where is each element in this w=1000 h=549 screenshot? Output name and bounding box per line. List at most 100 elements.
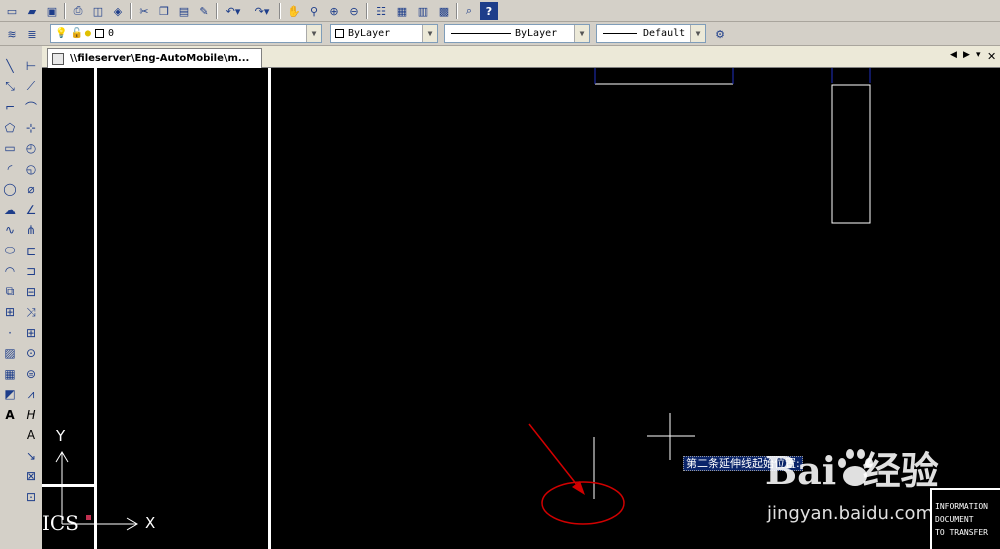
dim-ordinate-icon[interactable]: ⊹ (21, 118, 41, 139)
redo-icon[interactable]: ↷▾ (250, 2, 274, 20)
region-icon[interactable]: ◩ (0, 384, 20, 405)
arc-icon[interactable]: ◜ (0, 159, 20, 180)
print-icon[interactable]: ⎙ (69, 2, 87, 20)
tab-title: \\fileserver\Eng-AutoMobile\m... (70, 53, 250, 64)
markup-icon[interactable]: ⌕ (460, 2, 478, 20)
dim-edit-icon[interactable]: H (21, 405, 41, 426)
ellipse-arc-icon[interactable]: ◠ (0, 261, 20, 282)
sun-icon: ● (84, 28, 91, 39)
lock-icon: 🔓 (70, 28, 83, 39)
chevron-down-icon[interactable]: ▼ (422, 25, 437, 42)
layer-manager-icon[interactable]: ≋ (3, 25, 21, 43)
dim-diameter-icon[interactable]: ⌀ (21, 179, 41, 200)
hatch-icon[interactable]: ▨ (0, 343, 20, 364)
cut-icon[interactable]: ✂ (135, 2, 153, 20)
zoom-realtime-icon[interactable]: ⚲ (305, 2, 323, 20)
undo-icon[interactable]: ↶▾ (221, 2, 245, 20)
jogged-linear-icon[interactable]: ⩘ (21, 384, 41, 405)
layer-dropdown[interactable]: 💡 🔓 ● 0 ▼ (50, 24, 322, 43)
tab-drawing[interactable]: \\fileserver\Eng-AutoMobile\m... (47, 48, 262, 68)
quick-dim-icon[interactable]: ⋔ (21, 220, 41, 241)
tab-list-icon[interactable]: ▾ (976, 50, 981, 60)
layer-color-swatch (94, 29, 104, 38)
lineweight-dropdown[interactable]: Default ▼ (596, 24, 706, 43)
color-dropdown[interactable]: ByLayer ▼ (330, 24, 438, 43)
dim-radius-icon[interactable]: ◴ (21, 138, 41, 159)
paste-icon[interactable]: ▤ (175, 2, 193, 20)
layers-properties-toolbar: ≋ ≣ 💡 🔓 ● 0 ▼ ByLayer ▼ ByLayer ▼ Defaul… (0, 22, 1000, 46)
publish-icon[interactable]: ◈ (109, 2, 127, 20)
lineweight-preview (603, 33, 637, 34)
tab-next-icon[interactable]: ▶ (963, 50, 970, 60)
vertical-line-middle (268, 68, 271, 549)
zoom-window-icon[interactable]: ⊕ (325, 2, 343, 20)
dim-baseline-icon[interactable]: ⊏ (21, 241, 41, 262)
paw-icon (838, 449, 873, 486)
tolerance-icon[interactable]: ⊞ (21, 323, 41, 344)
circle-icon[interactable]: ◯ (0, 179, 20, 200)
watermark-url: jingyan.baidu.com (767, 503, 934, 524)
linetype-preview (451, 33, 511, 34)
tab-close-icon[interactable]: ✕ (987, 50, 996, 63)
dim-override-icon[interactable]: ⊡ (21, 487, 41, 508)
chevron-down-icon[interactable]: ▼ (306, 25, 321, 42)
match-properties-icon[interactable]: ✎ (195, 2, 213, 20)
color-value: ByLayer (348, 28, 391, 39)
design-center-icon[interactable]: ▦ (393, 2, 411, 20)
draw-toolbar: ╲ ⤡ ⌐ ⬠ ▭ ◜ ◯ ☁ ∿ ⬭ ◠ ⧉ ⊞ · ▨ ▦ ◩ A (0, 56, 20, 425)
revision-cloud-icon[interactable]: ☁ (0, 200, 20, 221)
dim-continue-icon[interactable]: ⊐ (21, 261, 41, 282)
rectangle-shape (831, 84, 871, 224)
dim-arc-icon[interactable]: ⌒ (21, 97, 41, 118)
dim-space-icon[interactable]: ⊟ (21, 282, 41, 303)
new-icon[interactable]: ▭ (3, 2, 21, 20)
chevron-down-icon[interactable]: ▼ (574, 25, 589, 42)
polyline-icon[interactable]: ⌐ (0, 97, 20, 118)
spline-icon[interactable]: ∿ (0, 220, 20, 241)
properties-icon[interactable]: ☷ (372, 2, 390, 20)
point-icon[interactable]: · (0, 323, 20, 344)
rectangle-icon[interactable]: ▭ (0, 138, 20, 159)
dim-angular-icon[interactable]: ∠ (21, 200, 41, 221)
standard-toolbar: ▭ ▰ ▣ ⎙ ◫ ◈ ✂ ❐ ▤ ✎ ↶▾ ↷▾ ✋ ⚲ ⊕ ⊖ ☷ ▦ ▥ … (0, 0, 1000, 22)
document-tab-strip: \\fileserver\Eng-AutoMobile\m... ◀ ▶ ▾ ✕ (42, 46, 1000, 68)
highlight-arrow-shaft (528, 423, 582, 491)
insert-block-icon[interactable]: ⧉ (0, 282, 20, 303)
save-icon[interactable]: ▣ (43, 2, 61, 20)
tool-palettes-icon[interactable]: ▥ (414, 2, 432, 20)
dim-update-icon[interactable]: ↘ (21, 446, 41, 467)
copy-icon[interactable]: ❐ (155, 2, 173, 20)
tab-prev-icon[interactable]: ◀ (950, 50, 957, 60)
calculator-icon[interactable]: ▩ (435, 2, 453, 20)
drawing-icon (52, 52, 64, 65)
polygon-icon[interactable]: ⬠ (0, 118, 20, 139)
autocad-window: ▭ ▰ ▣ ⎙ ◫ ◈ ✂ ❐ ▤ ✎ ↶▾ ↷▾ ✋ ⚲ ⊕ ⊖ ☷ ▦ ▥ … (0, 0, 1000, 549)
gradient-icon[interactable]: ▦ (0, 364, 20, 385)
print-preview-icon[interactable]: ◫ (89, 2, 107, 20)
zoom-previous-icon[interactable]: ⊖ (345, 2, 363, 20)
help-icon[interactable]: ? (480, 2, 498, 20)
construction-line-icon[interactable]: ⤡ (0, 77, 20, 98)
layer-previous-icon[interactable]: ≣ (23, 25, 41, 43)
left-toolbars: ╲ ⤡ ⌐ ⬠ ▭ ◜ ◯ ☁ ∿ ⬭ ◠ ⧉ ⊞ · ▨ ▦ ◩ A ⊢ ⟋ … (0, 46, 42, 549)
dim-text-edit-icon[interactable]: A (21, 425, 41, 446)
center-mark-icon[interactable]: ⊙ (21, 343, 41, 364)
line-icon[interactable]: ╲ (0, 56, 20, 77)
ellipse-icon[interactable]: ⬭ (0, 241, 20, 262)
dim-jogged-icon[interactable]: ◵ (21, 159, 41, 180)
dim-break-icon[interactable]: ⤨ (21, 302, 41, 323)
make-block-icon[interactable]: ⊞ (0, 302, 20, 323)
linetype-dropdown[interactable]: ByLayer ▼ (444, 24, 590, 43)
open-icon[interactable]: ▰ (23, 2, 41, 20)
plot-style-icon[interactable]: ⚙ (711, 25, 729, 43)
ucs-x-label: X (145, 514, 156, 532)
chevron-down-icon[interactable]: ▼ (690, 25, 705, 42)
dim-aligned-icon[interactable]: ⟋ (21, 77, 41, 98)
ucs-text: ICS (42, 511, 79, 535)
dim-linear-icon[interactable]: ⊢ (21, 56, 41, 77)
baidu-watermark: Bai 经验 jingyan.baidu.com (765, 440, 965, 530)
dim-style-icon[interactable]: ⊠ (21, 466, 41, 487)
text-icon[interactable]: A (0, 405, 20, 426)
pan-icon[interactable]: ✋ (285, 2, 303, 20)
inspection-icon[interactable]: ⊜ (21, 364, 41, 385)
